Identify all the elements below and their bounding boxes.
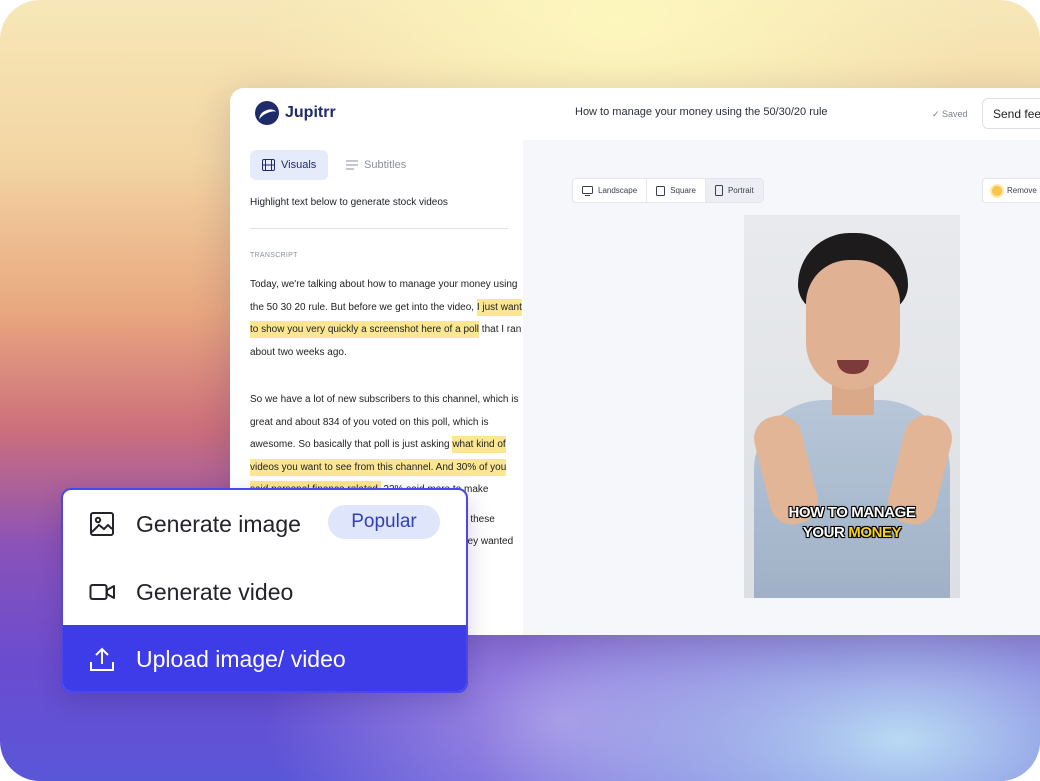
film-icon [262,159,275,171]
preview-panel: Landscape Square Portrait Remove HOW TO … [523,140,1040,635]
generate-image-option[interactable]: Generate image Popular [63,490,466,558]
orientation-landscape-label: Landscape [598,186,638,195]
highlight-hint: Highlight text below to generate stock v… [250,197,448,208]
transcript-label: TRANSCRIPT [250,252,298,259]
upload-option[interactable]: Upload image/ video [63,625,466,691]
upload-label: Upload image/ video [136,645,346,672]
popular-badge: Popular [328,505,440,539]
generate-video-label: Generate video [136,578,294,605]
caption-line-2: YOUR MONEY [744,523,960,543]
transcript-text: ney wanted [462,536,514,547]
caption-line-1: HOW TO MANAGE [788,504,916,521]
logo-text: Jupitrr [285,104,336,121]
remove-button[interactable]: Remove [982,178,1040,203]
saved-status: ✓ Saved [932,109,968,119]
generate-image-label: Generate image [136,510,301,537]
media-menu: Generate image Popular Generate video Up… [61,488,468,693]
send-feedback-button[interactable]: Send feedback [982,98,1040,129]
top-bar: Jupitrr How to manage your money using t… [230,88,1040,140]
tab-subtitles-label: Subtitles [364,159,407,171]
tab-visuals[interactable]: Visuals [250,150,329,180]
subtitles-icon [346,160,358,170]
video-camera-icon [89,584,115,600]
generate-video-option[interactable]: Generate video [63,558,466,626]
transcript-paragraph[interactable]: So we have a lot of new subscribers to t… [250,389,525,502]
transcript-paragraph[interactable]: ney wanted [462,531,522,554]
video-caption: HOW TO MANAGE YOUR MONEY [744,503,960,543]
caption-accent-text: MONEY [848,524,902,541]
image-icon [90,512,114,536]
upload-icon [90,647,114,671]
orientation-portrait[interactable]: Portrait [705,179,763,202]
orientation-portrait-label: Portrait [727,186,754,195]
orientation-square[interactable]: Square [647,179,706,202]
document-title[interactable]: How to manage your money using the 50/30… [575,106,828,118]
sparkle-icon [992,185,1002,196]
video-preview[interactable]: HOW TO MANAGE YOUR MONEY [744,215,960,598]
monitor-icon [582,185,593,196]
logo[interactable]: Jupitrr [255,101,336,125]
orientation-square-label: Square [670,186,696,195]
remove-label: Remove [1007,186,1037,195]
phone-icon [714,185,723,196]
tab-visuals-label: Visuals [281,159,317,171]
transcript-paragraph[interactable]: e these [462,509,522,532]
orientation-selector: Landscape Square Portrait [572,178,764,203]
divider [250,228,508,229]
tab-subtitles[interactable]: Subtitles [334,150,418,180]
jupitrr-logo-icon [255,101,279,125]
square-icon [656,185,666,196]
caption-text: YOUR [802,524,849,541]
orientation-landscape[interactable]: Landscape [573,179,648,202]
transcript-paragraph[interactable]: Today, we're talking about how to manage… [250,274,525,364]
